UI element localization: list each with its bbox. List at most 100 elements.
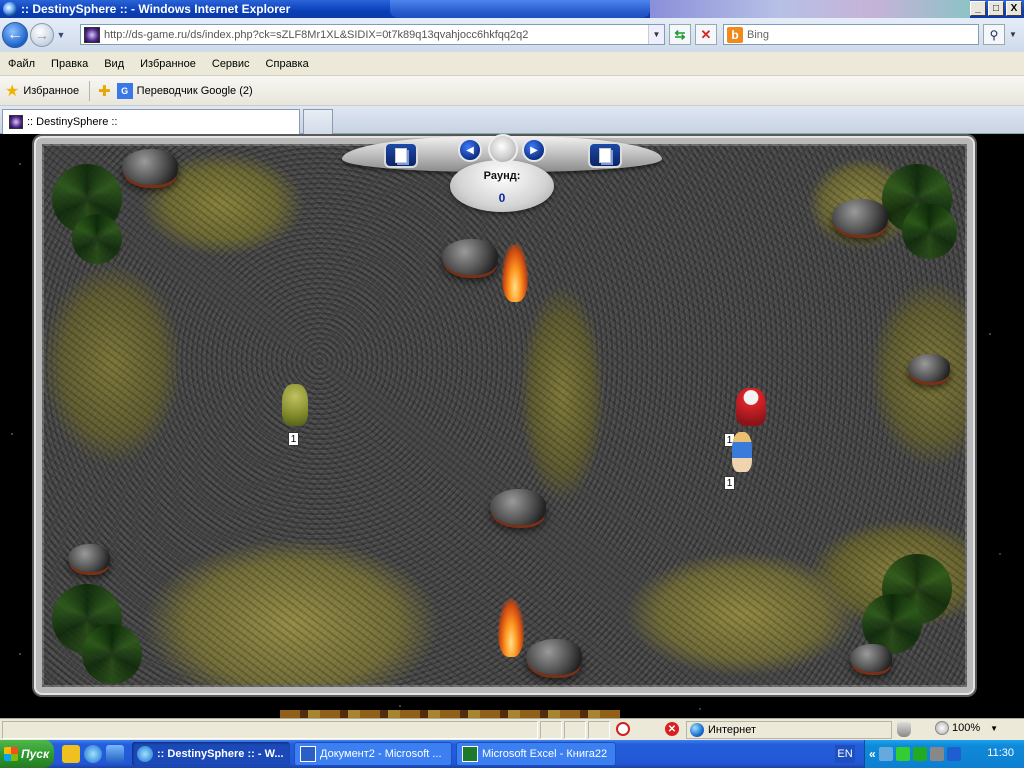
- task-word[interactable]: Документ2 - Microsoft ...: [294, 742, 452, 766]
- address-input[interactable]: http://ds-game.ru/ds/index.php?ck=sZLF8M…: [80, 24, 665, 45]
- rock: [526, 639, 582, 675]
- google-translate-link[interactable]: Переводчик Google (2): [137, 85, 253, 97]
- info-button[interactable]: [588, 142, 622, 168]
- stop-button[interactable]: ✕: [695, 24, 717, 45]
- forward-button[interactable]: →: [30, 23, 54, 47]
- titlebar-band: [650, 0, 970, 18]
- address-toolbar: ← → ▼ http://ds-game.ru/ds/index.php?ck=…: [0, 18, 1024, 52]
- add-favorite-icon[interactable]: ✚: [98, 82, 111, 100]
- tray-expand-icon[interactable]: «: [869, 747, 876, 761]
- troll-sprite: [282, 384, 308, 426]
- santa-sprite: [736, 388, 766, 426]
- menu-favorites[interactable]: Избранное: [132, 58, 204, 70]
- tab-label: :: DestinySphere ::: [27, 116, 118, 128]
- task-destinysphere[interactable]: :: DestinySphere :: - W...: [132, 742, 290, 766]
- clock[interactable]: 11:30: [987, 747, 1014, 759]
- center-orb-button[interactable]: [488, 134, 518, 164]
- rock: [68, 544, 110, 572]
- protected-mode-icon[interactable]: [897, 722, 911, 737]
- window-controls: _ □ X: [970, 1, 1022, 16]
- excel-task-icon: [462, 746, 478, 762]
- back-arrow-icon: ←: [7, 26, 23, 43]
- tray-icon[interactable]: [878, 747, 893, 761]
- unit-troll[interactable]: [282, 384, 308, 426]
- bing-icon: b: [727, 26, 743, 43]
- address-dropdown[interactable]: ▼: [648, 25, 664, 44]
- task-label: Microsoft Excel - Книга22: [482, 748, 608, 760]
- status-progress-cell: [540, 720, 562, 739]
- favorites-star-icon[interactable]: ★: [5, 81, 19, 101]
- search-button[interactable]: ⚲: [983, 24, 1005, 45]
- status-text-cell: [2, 720, 538, 739]
- ie-quicklaunch-icon[interactable]: [84, 745, 102, 763]
- next-round-button[interactable]: ▶: [522, 138, 546, 162]
- refresh-button[interactable]: ⇆: [669, 24, 691, 45]
- task-label: :: DestinySphere :: - W...: [157, 748, 284, 760]
- start-label: Пуск: [21, 747, 50, 761]
- bush-top-left-2: [72, 214, 122, 264]
- ie-app-icon: [3, 2, 17, 16]
- battle-field[interactable]: 1 1 1: [36, 138, 973, 693]
- messenger-quicklaunch-icon[interactable]: [106, 745, 124, 763]
- search-options-dropdown[interactable]: ▼: [1006, 24, 1020, 45]
- menu-tools[interactable]: Сервис: [204, 58, 258, 70]
- outlook-quicklaunch-icon[interactable]: [62, 745, 80, 763]
- menu-bar: Файл Правка Вид Избранное Сервис Справка: [0, 52, 1024, 76]
- close-button[interactable]: X: [1006, 1, 1022, 16]
- zoom-control[interactable]: 100% ▼: [935, 721, 998, 735]
- document-icon: [599, 147, 611, 163]
- page-content: 1 1 1 ◀ ▶ Раунд: 0: [0, 134, 1024, 718]
- internet-globe-icon: [690, 723, 704, 737]
- zone-label: Интернет: [708, 724, 756, 736]
- tab-destinysphere[interactable]: :: DestinySphere ::: [2, 109, 300, 134]
- task-excel[interactable]: Microsoft Excel - Книга22: [456, 742, 616, 766]
- zoom-dropdown-icon[interactable]: ▼: [990, 724, 998, 733]
- rock: [490, 489, 546, 525]
- history-dropdown[interactable]: ▼: [54, 30, 68, 40]
- window-titlebar: :: DestinySphere :: - Windows Internet E…: [0, 0, 1024, 18]
- popup-blocked-icon[interactable]: [616, 722, 630, 736]
- tab-bar: :: DestinySphere ::: [0, 106, 1024, 134]
- tray-icon[interactable]: [929, 747, 944, 761]
- menu-help[interactable]: Справка: [258, 58, 317, 70]
- new-tab-button[interactable]: [303, 109, 333, 134]
- site-favicon-icon: [84, 26, 100, 43]
- security-zone[interactable]: Интернет: [686, 721, 892, 739]
- ie-task-icon: [137, 746, 153, 762]
- forward-arrow-icon: →: [35, 27, 49, 43]
- address-url[interactable]: http://ds-game.ru/ds/index.php?ck=sZLF8M…: [104, 29, 528, 41]
- menu-view[interactable]: Вид: [96, 58, 132, 70]
- search-input[interactable]: b Bing: [723, 24, 979, 45]
- system-tray: EN « 11:30: [835, 740, 1024, 768]
- minimize-button[interactable]: _: [970, 1, 986, 16]
- back-button[interactable]: ←: [2, 22, 28, 48]
- zoom-icon: [935, 721, 949, 735]
- bush-top-right-2: [902, 204, 957, 259]
- status-cell: [588, 720, 610, 739]
- status-bar: ✕ Интернет 100% ▼: [0, 718, 1024, 740]
- error-icon[interactable]: ✕: [665, 722, 679, 736]
- refresh-icon: ⇆: [674, 26, 686, 42]
- fire: [502, 244, 528, 302]
- titlebar-glow: [390, 0, 650, 18]
- right-arrow-icon: ▶: [530, 144, 538, 156]
- troll-count: 1: [288, 432, 299, 446]
- menu-file[interactable]: Файл: [0, 58, 43, 70]
- rock: [122, 149, 178, 185]
- log-button[interactable]: [384, 142, 418, 168]
- left-arrow-icon: ◀: [466, 144, 474, 156]
- tray-icon[interactable]: [912, 747, 927, 761]
- vertical-scrollbar[interactable]: [1012, 134, 1024, 718]
- prev-round-button[interactable]: ◀: [458, 138, 482, 162]
- language-indicator[interactable]: EN: [835, 745, 855, 763]
- unit-girl[interactable]: [732, 432, 752, 472]
- menu-edit[interactable]: Правка: [43, 58, 96, 70]
- start-button[interactable]: Пуск: [0, 740, 54, 768]
- tray-icon[interactable]: [946, 747, 961, 761]
- round-value: 0: [498, 191, 506, 205]
- unit-santa[interactable]: [736, 388, 766, 426]
- maximize-button[interactable]: □: [988, 1, 1004, 16]
- tray-icon[interactable]: [895, 747, 910, 761]
- favorites-button[interactable]: Избранное: [23, 85, 79, 97]
- google-translate-icon: G: [116, 82, 133, 99]
